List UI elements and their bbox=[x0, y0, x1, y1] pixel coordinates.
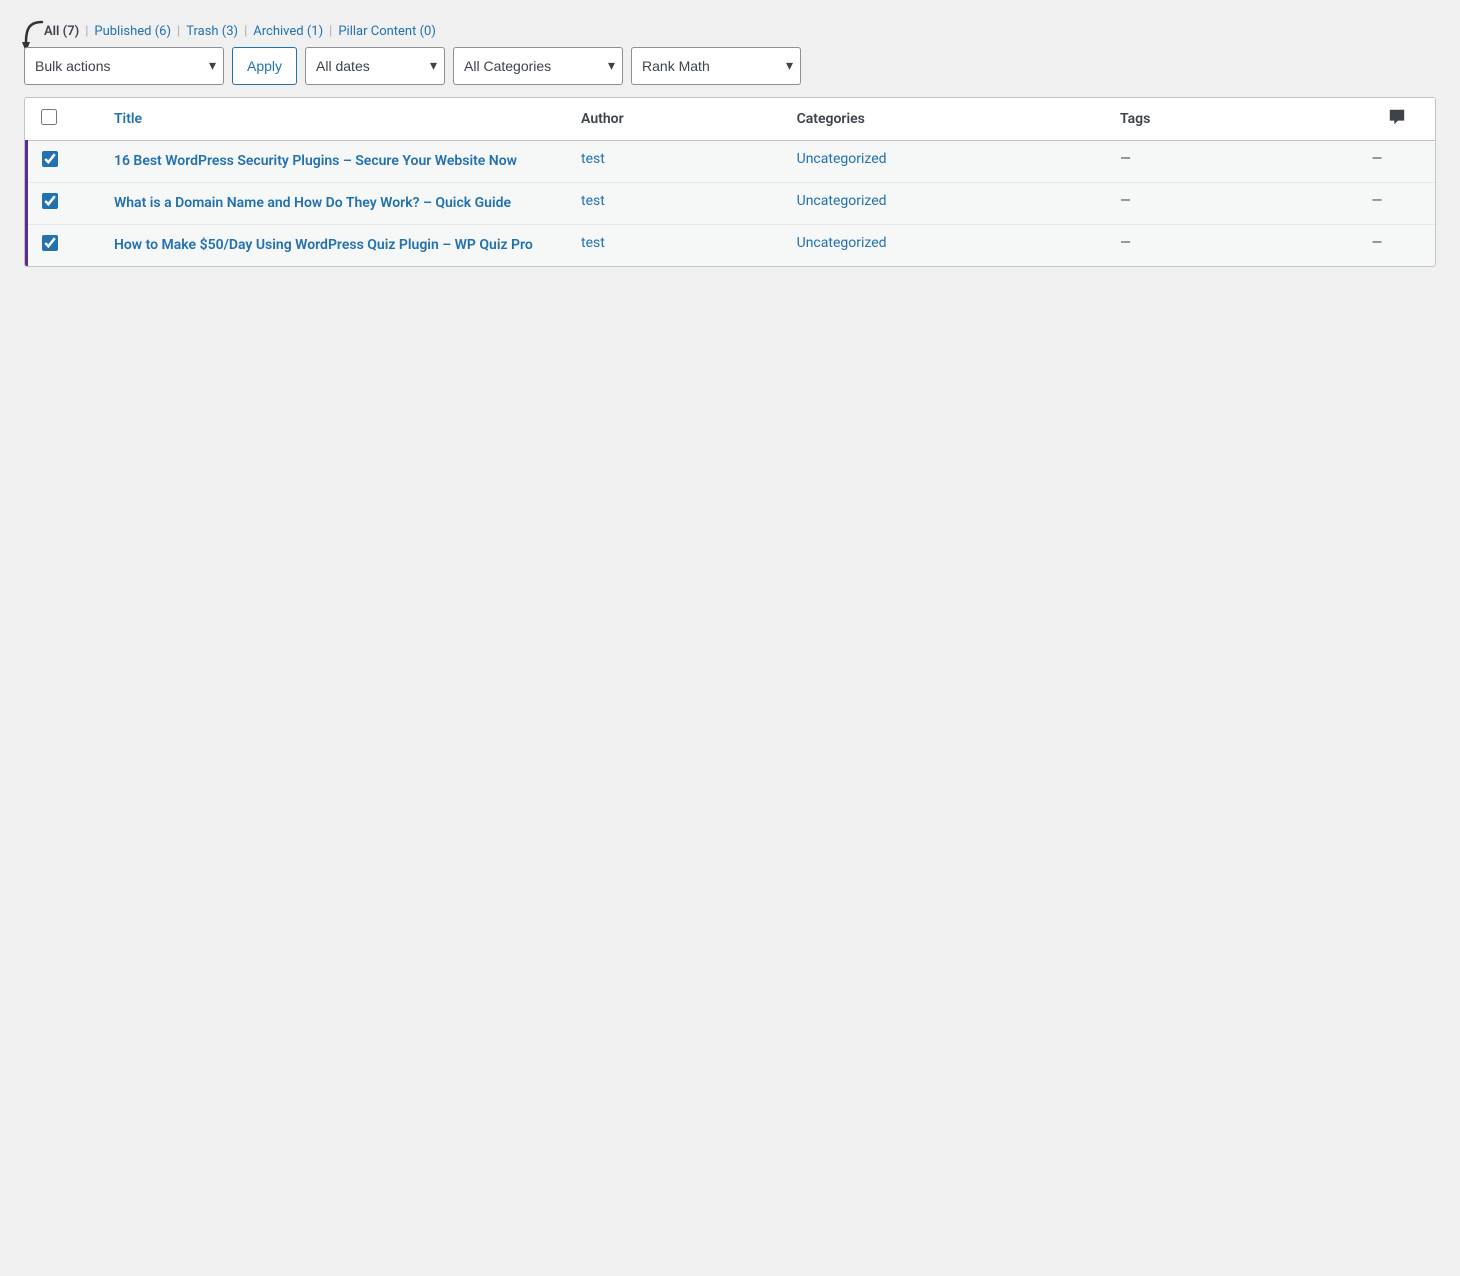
post-title-link[interactable]: What is a Domain Name and How Do They Wo… bbox=[114, 193, 557, 214]
table-row: What is a Domain Name and How Do They Wo… bbox=[27, 183, 1436, 225]
col-header-comments bbox=[1360, 98, 1435, 141]
table-header-row: Title Author Categories Tags bbox=[27, 98, 1436, 141]
author-link[interactable]: test bbox=[581, 193, 605, 209]
row-checkbox-cell bbox=[27, 225, 102, 267]
row-checkbox[interactable] bbox=[42, 151, 58, 167]
dates-wrapper: All dates ▾ bbox=[305, 47, 445, 85]
rankmath-wrapper: Rank Math ▾ bbox=[631, 47, 801, 85]
posts-table: Title Author Categories Tags bbox=[25, 98, 1435, 266]
row-author-cell: test bbox=[569, 225, 785, 267]
apply-button[interactable]: Apply bbox=[232, 47, 297, 85]
comment-bubble-icon bbox=[1388, 114, 1406, 130]
row-checkbox[interactable] bbox=[42, 193, 58, 209]
posts-table-container: Title Author Categories Tags bbox=[24, 97, 1436, 267]
col-header-author: Author bbox=[569, 98, 785, 141]
col-header-categories: Categories bbox=[785, 98, 1108, 141]
table-row: 16 Best WordPress Security Plugins – Sec… bbox=[27, 141, 1436, 183]
row-comments-cell: — bbox=[1360, 225, 1435, 267]
bulk-actions-wrapper: Bulk actionsEditMove to Trash ▾ bbox=[24, 47, 224, 85]
table-row: How to Make $50/Day Using WordPress Quiz… bbox=[27, 225, 1436, 267]
row-author-cell: test bbox=[569, 141, 785, 183]
row-checkbox-cell bbox=[27, 183, 102, 225]
row-author-cell: test bbox=[569, 183, 785, 225]
rankmath-select[interactable]: Rank Math bbox=[631, 47, 801, 85]
categories-select[interactable]: All Categories bbox=[453, 47, 623, 85]
row-title-cell: 16 Best WordPress Security Plugins – Sec… bbox=[102, 141, 569, 183]
filter-links: All (7) | Published (6) | Trash (3) | Ar… bbox=[44, 24, 1436, 39]
dates-select[interactable]: All dates bbox=[305, 47, 445, 85]
col-header-tags: Tags bbox=[1108, 98, 1360, 141]
filter-nav: All (7) | Published (6) | Trash (3) | Ar… bbox=[0, 16, 1460, 47]
categories-wrapper: All Categories ▾ bbox=[453, 47, 623, 85]
author-link[interactable]: test bbox=[581, 151, 605, 167]
category-link[interactable]: Uncategorized bbox=[797, 151, 887, 167]
row-tags-cell: — bbox=[1108, 183, 1360, 225]
row-title-cell: What is a Domain Name and How Do They Wo… bbox=[102, 183, 569, 225]
post-title-link[interactable]: 16 Best WordPress Security Plugins – Sec… bbox=[114, 151, 557, 172]
category-link[interactable]: Uncategorized bbox=[797, 235, 887, 251]
author-link[interactable]: test bbox=[581, 235, 605, 251]
col-header-title[interactable]: Title bbox=[102, 98, 569, 141]
filter-pillar[interactable]: Pillar Content (0) bbox=[338, 24, 436, 39]
select-all-checkbox[interactable] bbox=[41, 109, 57, 125]
filter-archived[interactable]: Archived (1) bbox=[253, 24, 323, 39]
row-title-cell: How to Make $50/Day Using WordPress Quiz… bbox=[102, 225, 569, 267]
posts-tbody: 16 Best WordPress Security Plugins – Sec… bbox=[27, 141, 1436, 267]
row-categories-cell: Uncategorized bbox=[785, 225, 1108, 267]
post-title-link[interactable]: How to Make $50/Day Using WordPress Quiz… bbox=[114, 235, 557, 256]
filter-trash[interactable]: Trash (3) bbox=[186, 24, 238, 39]
row-tags-cell: — bbox=[1108, 141, 1360, 183]
row-checkbox[interactable] bbox=[42, 235, 58, 251]
row-categories-cell: Uncategorized bbox=[785, 183, 1108, 225]
category-link[interactable]: Uncategorized bbox=[797, 193, 887, 209]
row-checkbox-cell bbox=[27, 141, 102, 183]
row-tags-cell: — bbox=[1108, 225, 1360, 267]
row-categories-cell: Uncategorized bbox=[785, 141, 1108, 183]
row-comments-cell: — bbox=[1360, 183, 1435, 225]
col-header-checkbox bbox=[27, 98, 102, 141]
toolbar: Bulk actionsEditMove to Trash ▾ Apply Al… bbox=[0, 47, 1460, 97]
filter-published[interactable]: Published (6) bbox=[94, 24, 171, 39]
bulk-actions-select[interactable]: Bulk actionsEditMove to Trash bbox=[24, 47, 224, 85]
row-comments-cell: — bbox=[1360, 141, 1435, 183]
